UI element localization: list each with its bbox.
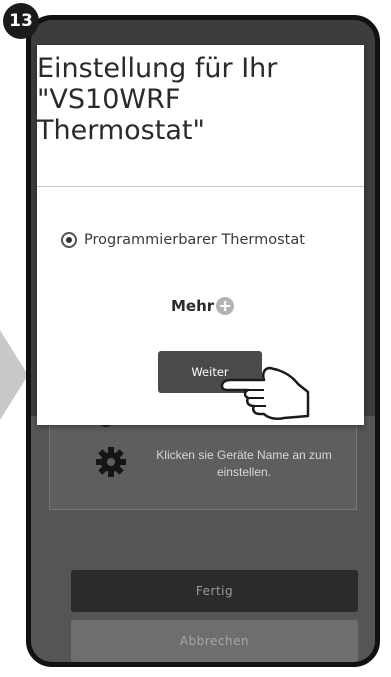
radio-option-label: Programmierbarer Thermostat xyxy=(84,232,305,248)
dialog-divider xyxy=(37,186,364,187)
dialog-title-line-2: "VS10WRF xyxy=(37,84,181,115)
setup-dialog: Einstellung für Ihr "VS10WRF Thermostat"… xyxy=(37,45,364,425)
dialog-title: Einstellung für Ihr "VS10WRF Thermostat" xyxy=(37,53,364,146)
cancel-button[interactable]: Abbrechen xyxy=(71,620,358,662)
thermostat-type-option[interactable]: Programmierbarer Thermostat xyxy=(61,232,305,248)
more-button[interactable]: Mehr + xyxy=(171,297,235,315)
plus-circle-icon[interactable]: + xyxy=(216,297,235,315)
dialog-title-line-1: Einstellung für Ihr xyxy=(37,53,278,84)
more-label: Mehr xyxy=(171,297,215,315)
step-badge: 13 xyxy=(3,3,39,39)
step-arrow xyxy=(0,330,28,420)
gear-icon xyxy=(96,447,126,477)
dialog-title-line-3: Thermostat" xyxy=(37,115,205,146)
radio-selected-icon[interactable] xyxy=(61,232,77,248)
device-hint-text: Klicken sie Geräte Name an zum einstelle… xyxy=(156,448,332,479)
pointing-hand-icon xyxy=(220,366,310,421)
done-button[interactable]: Fertig xyxy=(71,570,358,612)
